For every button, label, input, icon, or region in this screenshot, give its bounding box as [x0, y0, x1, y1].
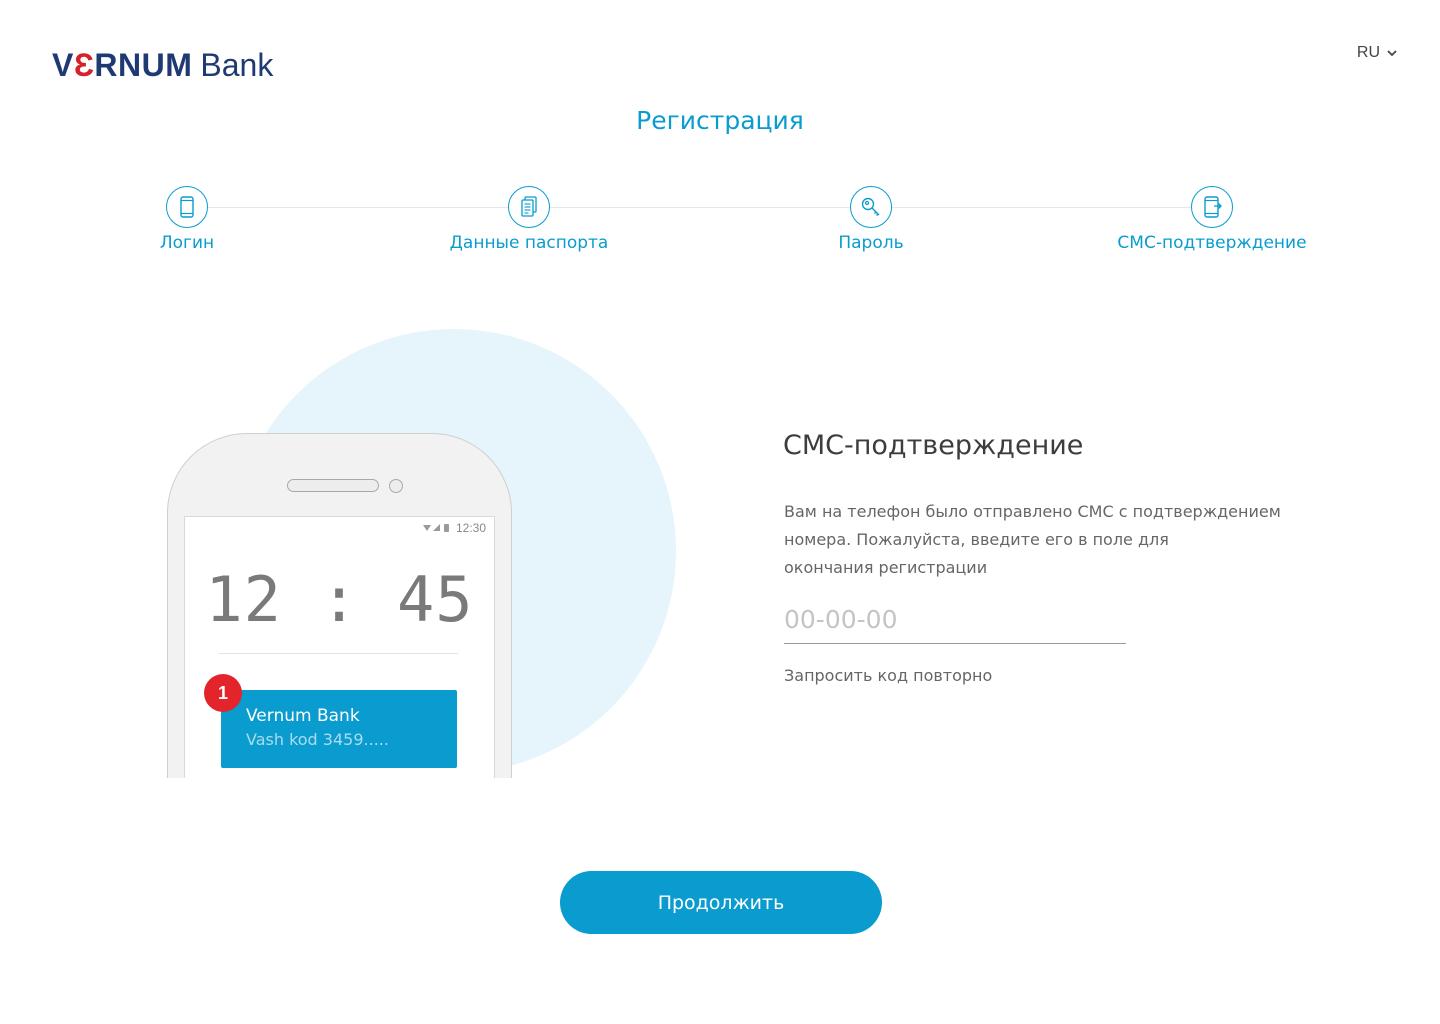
step-passport-label: Данные паспорта: [449, 233, 609, 253]
sms-notification: Vernum Bank Vash kod 3459.....: [221, 690, 457, 768]
step-sms-label: СМС-подтверждение: [1117, 233, 1307, 253]
page-title: Регистрация: [636, 106, 804, 135]
phone-screen: 12:30 12 : 45 Vernum Bank Vash kod 3459.…: [184, 516, 495, 778]
step-password[interactable]: Пароль: [751, 186, 991, 253]
step-sms-circle: [1191, 186, 1233, 228]
logo-letter-v: V: [52, 46, 74, 83]
phone-screen-divider: [219, 653, 458, 654]
phone-speaker: [287, 479, 379, 492]
step-sms[interactable]: СМС-подтверждение: [1092, 186, 1332, 253]
phone-status-bar: 12:30: [422, 521, 486, 535]
step-password-circle: [850, 186, 892, 228]
sms-confirmation-description: Вам на телефон было отправлено СМС с под…: [784, 498, 1304, 582]
document-icon: [521, 196, 537, 217]
phone-clock: 12 : 45: [205, 563, 474, 636]
description-line: номера. Пожалуйста, введите его в поле д…: [784, 530, 1169, 549]
steps-connector-line: [186, 207, 1214, 208]
step-passport[interactable]: Данные паспорта: [409, 186, 649, 253]
phone-status-time: 12:30: [455, 521, 486, 535]
logo-letters-rnum: RNUM: [94, 46, 193, 83]
language-selector[interactable]: RU: [1357, 44, 1398, 62]
signal-status-icon: [422, 524, 449, 532]
description-line: окончания регистрации: [784, 558, 988, 577]
continue-button[interactable]: Продолжить: [560, 871, 882, 934]
sms-code-input[interactable]: [784, 594, 1126, 644]
registration-steps: Логин Данные паспорта Пароль СМС-подтвер…: [0, 186, 1440, 266]
sms-confirmation-title: СМС-подтверждение: [783, 430, 1084, 461]
chevron-down-icon: [1387, 50, 1397, 57]
logo-brand: VƐRNUM: [52, 47, 192, 84]
step-passport-circle: [508, 186, 550, 228]
key-icon: [861, 197, 880, 216]
phone-camera: [389, 479, 403, 493]
step-login-label: Логин: [159, 233, 215, 253]
logo-bank-text: Bank: [200, 46, 274, 83]
step-password-label: Пароль: [838, 233, 904, 253]
phone-illustration: 12:30 12 : 45 Vernum Bank Vash kod 3459.…: [167, 433, 512, 778]
notification-text: Vash kod 3459.....: [246, 730, 389, 749]
language-label: RU: [1356, 44, 1380, 61]
phone-icon: [180, 196, 194, 218]
step-login-circle: [166, 186, 208, 228]
vernum-bank-logo[interactable]: VƐRNUM Bank: [52, 46, 274, 84]
notification-title: Vernum Bank: [246, 706, 360, 726]
description-line: Вам на телефон было отправлено СМС с под…: [784, 502, 1281, 521]
notification-count-badge: 1: [204, 674, 242, 712]
step-login[interactable]: Логин: [67, 186, 307, 253]
sms-phone-icon: [1204, 196, 1222, 218]
resend-code-link[interactable]: Запросить код повторно: [784, 666, 992, 685]
logo-letter-e: Ɛ: [73, 46, 95, 83]
